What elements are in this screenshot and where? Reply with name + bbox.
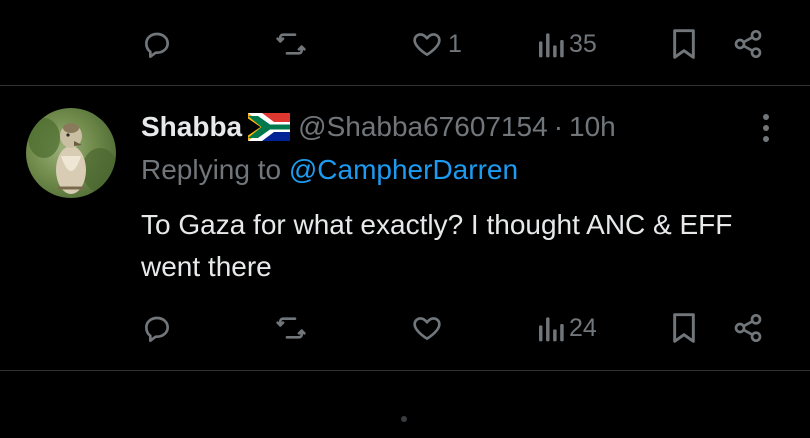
avatar[interactable] <box>26 108 116 198</box>
reply-icon <box>145 316 169 342</box>
replying-to-link[interactable]: @CampherDarren <box>289 154 518 185</box>
more-icon <box>763 114 769 142</box>
repost-icon <box>276 33 306 55</box>
like-button[interactable] <box>410 312 444 344</box>
bookmark-icon <box>673 313 695 343</box>
views-button[interactable]: 24 <box>537 312 597 344</box>
views-icon <box>539 317 564 342</box>
bookmark-icon <box>673 29 695 59</box>
south-africa-flag-icon <box>248 113 291 141</box>
share-icon <box>734 314 762 342</box>
repost-icon <box>276 317 306 339</box>
like-button[interactable]: 1 <box>410 28 462 60</box>
reply-button[interactable] <box>141 312 173 344</box>
like-icon <box>413 33 441 56</box>
bookmark-button[interactable] <box>670 312 698 344</box>
views-button[interactable]: 35 <box>537 28 597 60</box>
like-icon <box>413 317 441 340</box>
replying-to: Replying to @CampherDarren <box>141 154 518 186</box>
divider <box>0 85 810 86</box>
divider <box>0 370 810 371</box>
reply-button[interactable] <box>141 28 173 60</box>
views-icon <box>539 33 564 58</box>
repost-button[interactable] <box>274 28 308 60</box>
repost-button[interactable] <box>274 312 308 344</box>
reply-icon <box>145 32 169 58</box>
like-count: 1 <box>448 29 462 58</box>
share-button[interactable] <box>732 312 764 344</box>
display-name[interactable]: Shabba <box>141 111 242 143</box>
timestamp[interactable]: 10h <box>569 111 616 143</box>
tweet-header: Shabba @Shabba67607154 · 10h <box>141 108 616 146</box>
separator-dot: · <box>553 111 564 142</box>
more-options-button[interactable] <box>756 112 776 144</box>
views-count: 24 <box>569 313 597 342</box>
tweet-action-bar: 24 <box>0 298 810 358</box>
replying-to-prefix: Replying to <box>141 154 289 185</box>
top-action-bar: 1 35 <box>0 14 810 74</box>
avatar-bird-image <box>28 118 116 194</box>
tweet-text: To Gaza for what exactly? I thought ANC … <box>141 209 733 282</box>
share-icon <box>734 30 762 58</box>
loading-indicator <box>401 416 407 422</box>
views-count: 35 <box>569 29 597 58</box>
handle[interactable]: @Shabba67607154 <box>298 111 548 143</box>
bookmark-button[interactable] <box>670 28 698 60</box>
share-button[interactable] <box>732 28 764 60</box>
